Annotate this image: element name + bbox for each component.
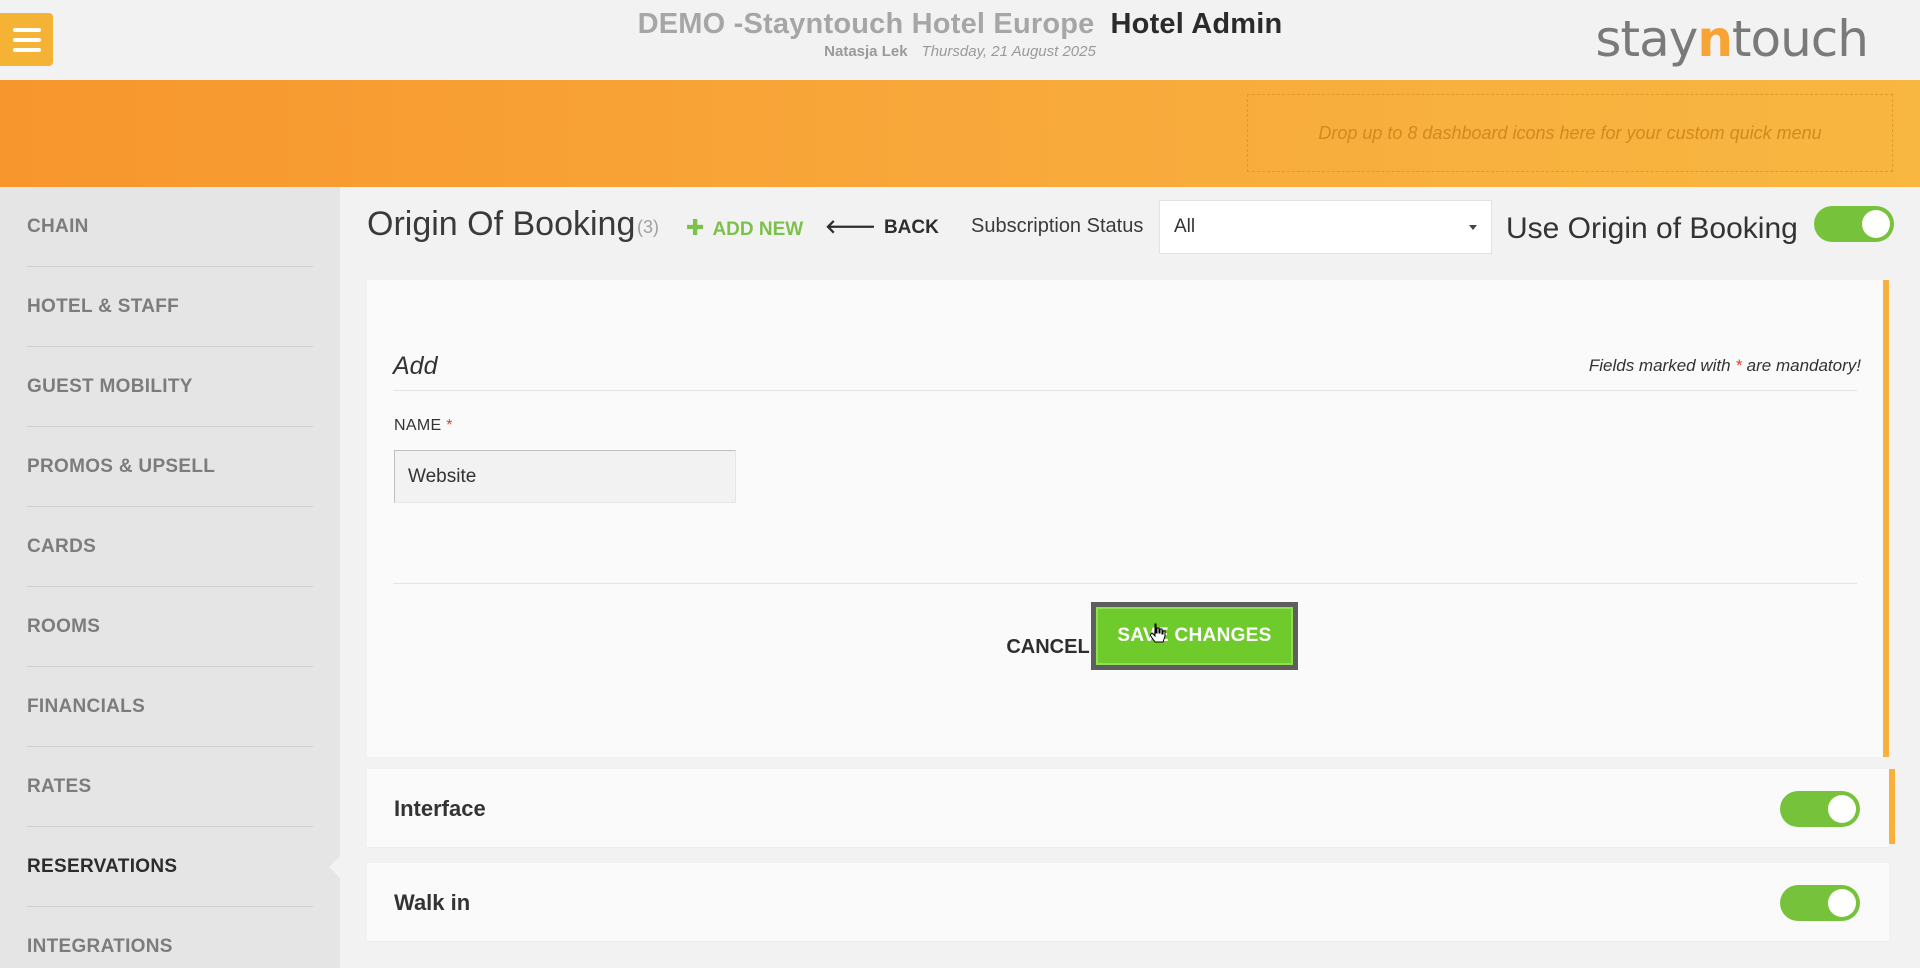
sidebar-item-chain[interactable]: CHAIN	[27, 187, 313, 267]
add-new-button[interactable]: ✚ ADD NEW	[686, 215, 803, 241]
sidebar-item-financials[interactable]: FINANCIALS	[27, 667, 313, 747]
toggle-knob	[1828, 889, 1856, 917]
sidebar-item-guest-mobility[interactable]: GUEST MOBILITY	[27, 347, 313, 427]
subscription-status-value: All	[1174, 216, 1196, 237]
divider	[393, 390, 1857, 391]
use-origin-label: Use Origin of Booking	[1506, 212, 1798, 245]
page-count: (3)	[637, 217, 659, 237]
divider	[393, 583, 1857, 584]
app-name: Hotel Admin	[1110, 8, 1283, 40]
sidebar-item-cards[interactable]: CARDS	[27, 507, 313, 587]
sidebar: CHAIN HOTEL & STAFF GUEST MOBILITY PROMO…	[0, 187, 341, 968]
interface-toggle[interactable]	[1780, 791, 1860, 827]
plus-icon: ✚	[686, 215, 705, 240]
list-item-walk-in[interactable]: Walk in	[367, 863, 1889, 942]
sidebar-item-rooms[interactable]: ROOMS	[27, 587, 313, 667]
top-bar: DEMO -Stayntouch Hotel Europe Hotel Admin…	[0, 0, 1920, 80]
arrow-left-icon: 🡐	[825, 217, 876, 238]
user-name: Natasja Lek	[824, 43, 908, 60]
mandatory-note: Fields marked with * are mandatory!	[1588, 356, 1861, 375]
sidebar-item-rates[interactable]: RATES	[27, 747, 313, 827]
add-new-label: ADD NEW	[712, 219, 804, 240]
toggle-knob	[1862, 210, 1890, 238]
list-item-label: Interface	[394, 796, 486, 821]
back-button[interactable]: 🡐 BACK	[825, 215, 939, 239]
sidebar-item-reservations[interactable]: RESERVATIONS	[27, 827, 313, 907]
use-origin-toggle[interactable]	[1814, 206, 1894, 242]
mouse-cursor-icon	[1150, 623, 1166, 643]
sidebar-item-integrations[interactable]: INTEGRATIONS	[27, 907, 313, 968]
toggle-knob	[1828, 795, 1856, 823]
name-input[interactable]	[394, 450, 736, 503]
page-title: Origin Of Booking	[367, 205, 636, 243]
sidebar-item-promos-upsell[interactable]: PROMOS & UPSELL	[27, 427, 313, 507]
dropdown-caret-icon	[1469, 225, 1477, 230]
walk-in-toggle[interactable]	[1780, 885, 1860, 921]
add-form-card: Add Fields marked with * are mandatory! …	[367, 280, 1889, 757]
list-item-interface[interactable]: Interface	[367, 769, 1895, 848]
save-button-focus-frame: SAVE CHANGES	[1091, 602, 1298, 670]
subscription-status-select[interactable]: All	[1159, 200, 1492, 254]
subscription-status-label: Subscription Status	[971, 215, 1144, 237]
quick-menu-band: Drop up to 8 dashboard icons here for yo…	[0, 80, 1920, 187]
card-accent-bar	[1889, 769, 1895, 844]
active-item-caret	[329, 855, 341, 879]
form-title: Add	[393, 352, 438, 380]
back-label: BACK	[883, 217, 939, 238]
sidebar-item-hotel-staff[interactable]: HOTEL & STAFF	[27, 267, 313, 347]
name-field-label: NAME *	[394, 417, 453, 434]
hotel-name: DEMO -Stayntouch Hotel Europe	[637, 8, 1095, 40]
stayntouch-logo: stayntouch	[1595, 10, 1869, 68]
save-changes-button[interactable]: SAVE CHANGES	[1096, 607, 1293, 665]
quick-menu-placeholder: Drop up to 8 dashboard icons here for yo…	[1318, 122, 1822, 143]
quick-menu-dropzone[interactable]: Drop up to 8 dashboard icons here for yo…	[1247, 94, 1893, 172]
current-date: Thursday, 21 August 2025	[921, 43, 1096, 60]
list-item-label: Walk in	[394, 890, 471, 915]
